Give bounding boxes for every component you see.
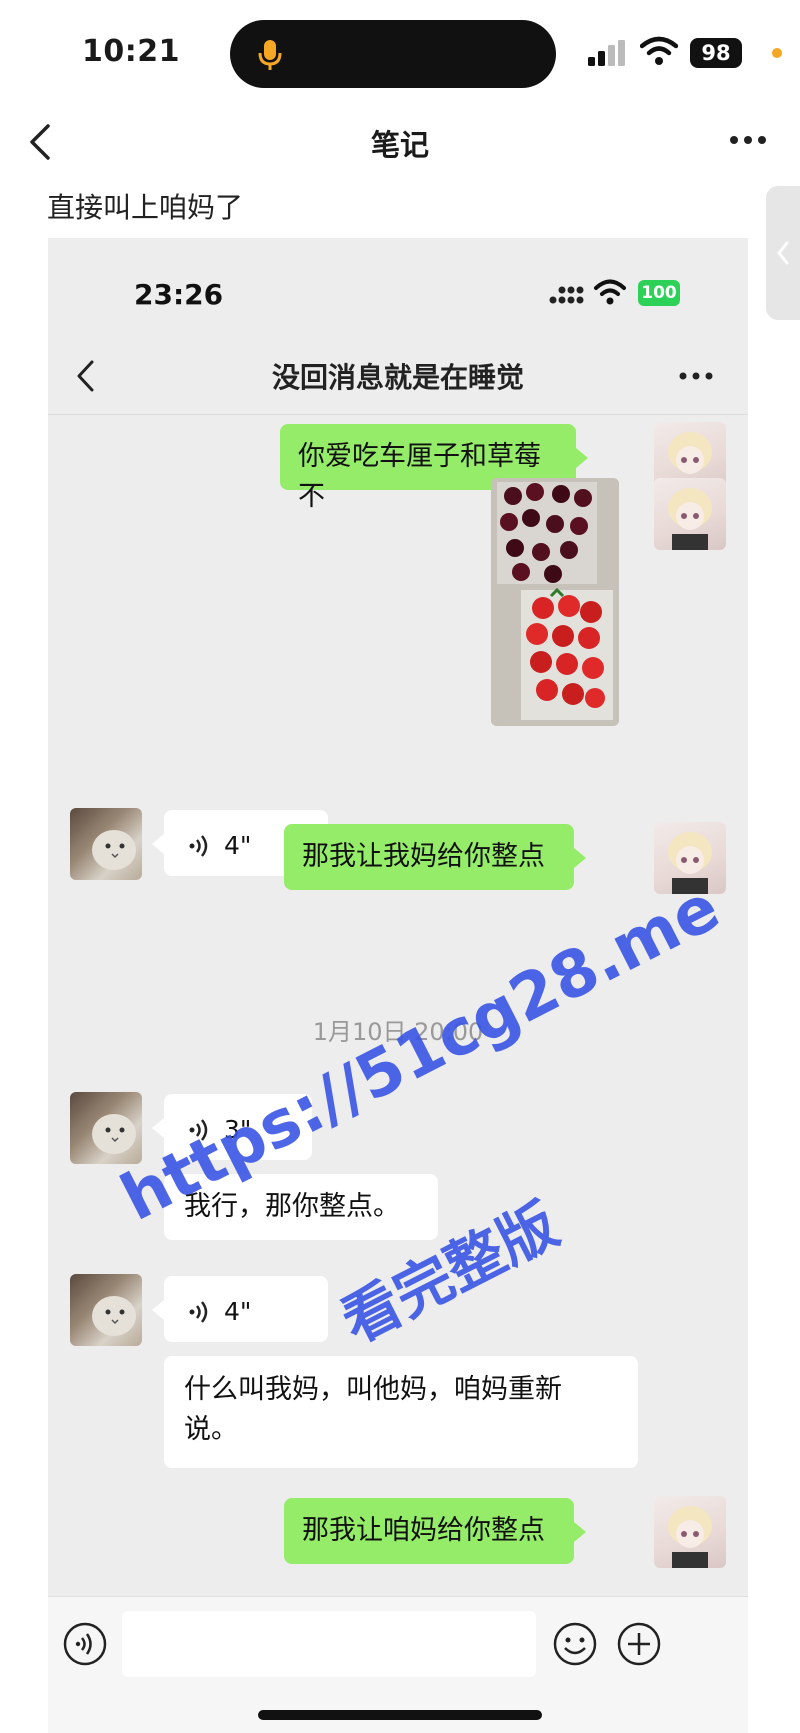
- status-bar: 10:21 98: [0, 0, 800, 100]
- message-text-line: 说。: [184, 1414, 238, 1445]
- more-icon[interactable]: [728, 128, 768, 152]
- voice-wave-icon: [189, 835, 208, 857]
- message-bubble-received[interactable]: 什么叫我妈，叫他妈，咱妈重新 说。: [164, 1356, 638, 1468]
- voice-wave-icon: [189, 1301, 208, 1323]
- wifi-icon: [594, 279, 626, 305]
- chat-screenshot: 23:26 100 没回消息就是在睡觉 你爱吃车厘子和草莓不 4" 那我让我妈给…: [48, 238, 748, 1733]
- battery-icon: 98: [690, 38, 742, 68]
- voice-input-icon[interactable]: [62, 1621, 108, 1667]
- wifi-icon: [640, 36, 678, 65]
- emoji-icon[interactable]: [552, 1621, 598, 1667]
- signal-icon: [549, 286, 584, 304]
- privacy-dot: [772, 48, 782, 58]
- note-caption: 直接叫上咱妈了: [47, 191, 244, 224]
- message-bubble-sent[interactable]: 那我让我妈给你整点: [284, 824, 586, 890]
- header-divider: [48, 414, 748, 415]
- cat-avatar-image: [92, 830, 136, 870]
- message-photo[interactable]: [491, 478, 619, 726]
- voice-duration: 4": [224, 831, 252, 860]
- signal-icon: [588, 40, 625, 66]
- message-text-line: 什么叫我妈，叫他妈，咱妈重新: [184, 1374, 562, 1405]
- cat-avatar-image: [92, 1114, 136, 1154]
- voice-duration: 4": [224, 1297, 252, 1326]
- message-text: 那我让咱妈给你整点: [302, 1515, 545, 1546]
- chat-title: 没回消息就是在睡觉: [271, 361, 524, 394]
- page-title: 笔记: [370, 128, 429, 162]
- avatar-self[interactable]: [654, 478, 726, 550]
- chevron-left-icon: [777, 241, 789, 265]
- doll-avatar-image: [668, 488, 712, 550]
- message-text: 那我让我妈给你整点: [302, 841, 545, 872]
- cat-avatar-image: [92, 1296, 136, 1336]
- chat-header: 23:26 100 没回消息就是在睡觉: [48, 238, 748, 414]
- avatar-contact[interactable]: [70, 808, 142, 880]
- voice-message-bubble[interactable]: 4": [152, 1276, 328, 1342]
- plus-icon[interactable]: [616, 1621, 662, 1667]
- inner-status-time: 23:26: [134, 278, 224, 311]
- doll-avatar-image: [668, 1506, 712, 1568]
- message-bubble-sent[interactable]: 那我让咱妈给你整点: [284, 1498, 586, 1564]
- battery-icon: 100: [638, 280, 680, 306]
- microphone-icon: [258, 40, 282, 70]
- message-input[interactable]: [122, 1611, 536, 1677]
- avatar-contact[interactable]: [70, 1274, 142, 1346]
- dynamic-island: [230, 20, 556, 88]
- fruit-photo-image: [491, 478, 619, 726]
- avatar-self[interactable]: [654, 1496, 726, 1568]
- avatar-contact[interactable]: [70, 1092, 142, 1164]
- side-pull-tab[interactable]: [766, 186, 800, 320]
- home-indicator: [258, 1710, 542, 1720]
- status-time: 10:21: [82, 34, 180, 69]
- more-icon[interactable]: [678, 366, 714, 386]
